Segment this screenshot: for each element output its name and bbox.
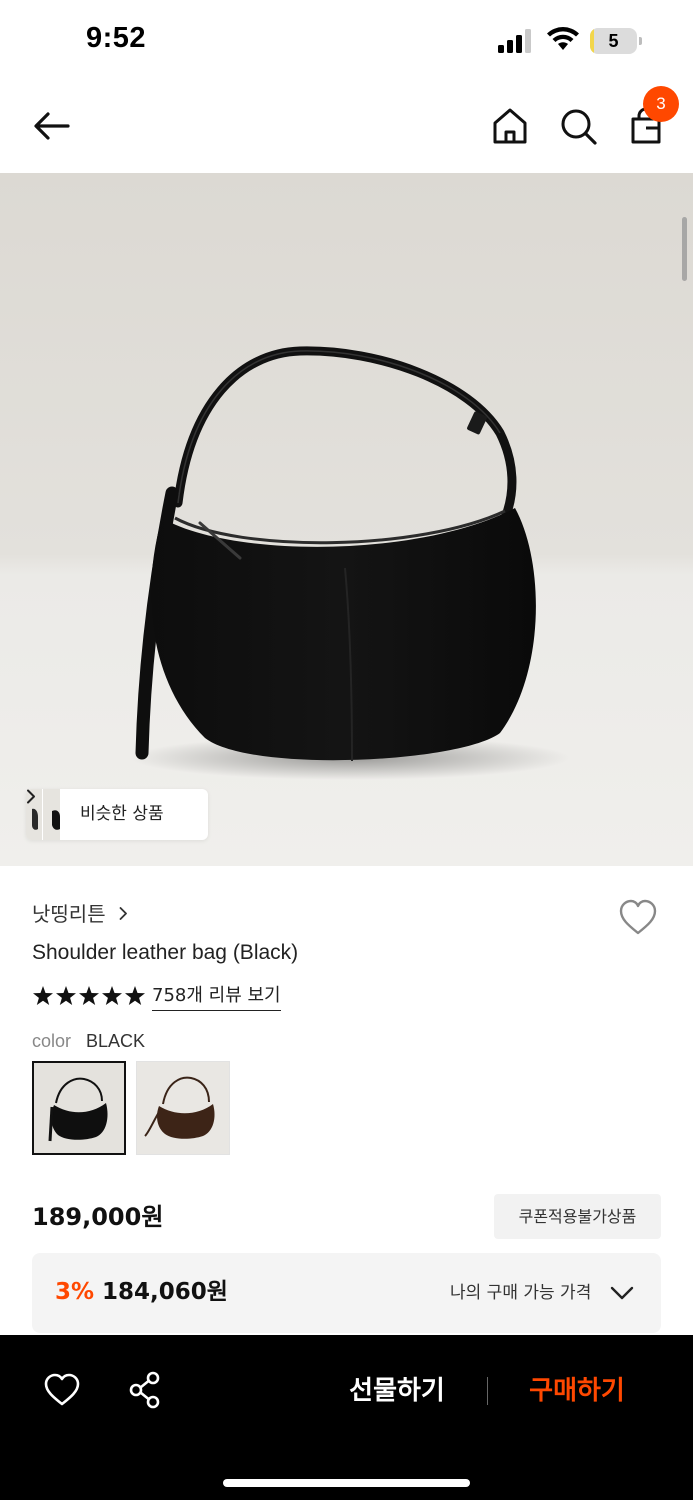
wifi-icon [547, 27, 579, 50]
gift-button[interactable]: 선물하기 [330, 1365, 464, 1417]
heart-icon[interactable] [618, 899, 658, 937]
color-swatch-black[interactable] [32, 1061, 126, 1155]
review-link[interactable]: 758개 리뷰 보기 [152, 982, 281, 1011]
color-label: color [32, 1031, 72, 1051]
discount-price: 184,060원 [102, 1279, 228, 1305]
status-bar: 9:52 5 [0, 0, 693, 80]
back-arrow-icon[interactable] [28, 102, 76, 150]
share-icon[interactable] [128, 1371, 162, 1409]
star-icon [33, 986, 53, 1005]
battery-level: 5 [608, 31, 619, 51]
star-icon [79, 986, 99, 1005]
bag-photo [130, 346, 570, 780]
my-price-label: 나의 구매 가능 가격 [450, 1283, 592, 1303]
coupon-badge: 쿠폰적용불가상품 [494, 1194, 661, 1239]
bottom-action-bar: 선물하기 구매하기 [0, 1335, 693, 1500]
product-title: Shoulder leather bag (Black) [32, 941, 299, 964]
chevron-right-icon [27, 789, 35, 804]
star-icon [56, 986, 76, 1005]
nav-header: 3 [0, 80, 693, 173]
buy-button[interactable]: 구매하기 [510, 1365, 644, 1417]
similar-products-label: 비슷한 상품 [80, 804, 164, 824]
brand-link[interactable]: 낫띵리튼 [32, 900, 128, 928]
price: 189,000원 [32, 1203, 164, 1231]
chevron-right-icon [119, 907, 127, 920]
star-icon [125, 986, 145, 1005]
discount-rate: 3% [55, 1279, 95, 1305]
battery-icon: 5 [590, 28, 642, 54]
color-value: BLACK [86, 1031, 146, 1051]
similar-products-button[interactable]: 비슷한 상품 [26, 789, 208, 840]
divider [487, 1377, 488, 1405]
status-time: 9:52 [86, 22, 147, 54]
heart-icon[interactable] [44, 1373, 80, 1407]
home-icon[interactable] [488, 104, 532, 148]
brand-name: 낫띵리튼 [32, 902, 106, 926]
product-image[interactable]: 비슷한 상품 [0, 173, 693, 866]
chevron-down-icon [610, 1286, 634, 1300]
scroll-indicator[interactable] [682, 217, 687, 281]
rating-stars [33, 986, 145, 1005]
cart-count-badge: 3 [643, 86, 679, 122]
home-indicator[interactable] [223, 1479, 470, 1487]
color-swatch-brown[interactable] [136, 1061, 230, 1155]
signal-icon [498, 29, 531, 53]
my-price-dropdown[interactable]: 3% 184,060원 나의 구매 가능 가격 [32, 1253, 661, 1333]
search-icon[interactable] [556, 104, 600, 148]
color-row: color BLACK [32, 1028, 145, 1054]
star-icon [102, 986, 122, 1005]
